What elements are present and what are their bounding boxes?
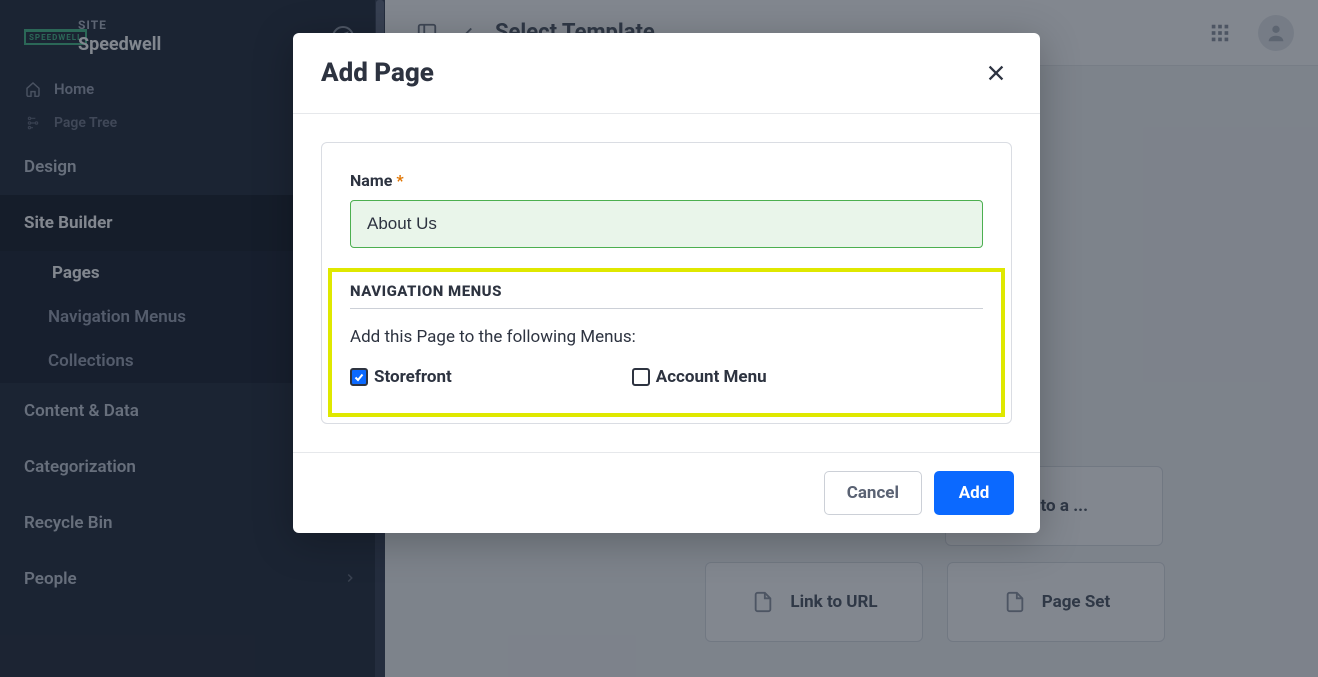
modal-header: Add Page	[293, 33, 1040, 114]
nav-menus-help: Add this Page to the following Menus:	[350, 327, 983, 347]
cancel-button[interactable]: Cancel	[824, 471, 922, 515]
name-label: Name *	[350, 171, 404, 190]
nav-menus-heading: NAVIGATION MENUS	[350, 282, 983, 309]
add-button[interactable]: Add	[934, 471, 1014, 515]
close-button[interactable]	[980, 57, 1012, 89]
modal-title: Add Page	[321, 58, 434, 88]
account-menu-checkbox[interactable]	[632, 368, 650, 386]
name-field: Name *	[350, 171, 983, 248]
required-asterisk: *	[396, 171, 403, 190]
storefront-checkbox[interactable]	[350, 368, 368, 386]
menu-storefront-item: Storefront	[350, 367, 452, 387]
modal-body: Name * NAVIGATION MENUS Add this Page to…	[293, 114, 1040, 452]
storefront-label: Storefront	[374, 367, 452, 387]
menu-account-item: Account Menu	[632, 367, 767, 387]
account-menu-label: Account Menu	[656, 367, 767, 387]
modal-footer: Cancel Add	[293, 452, 1040, 533]
navigation-menus-box: NAVIGATION MENUS Add this Page to the fo…	[328, 268, 1005, 417]
name-input[interactable]	[350, 200, 983, 248]
form-box: Name * NAVIGATION MENUS Add this Page to…	[321, 142, 1012, 424]
add-page-modal: Add Page Name * NAVIGATION MENUS Add thi…	[293, 33, 1040, 533]
